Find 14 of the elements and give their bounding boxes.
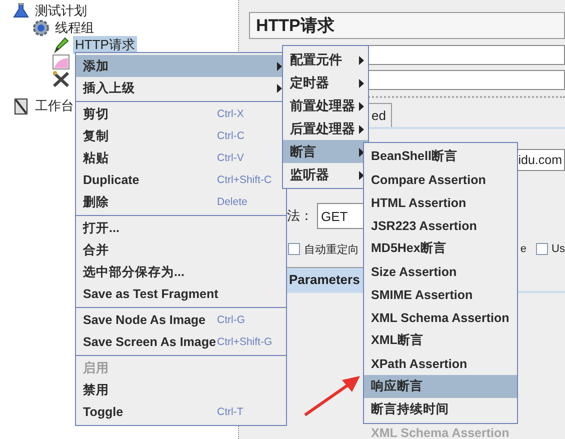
shortcut-text: Ctrl-G xyxy=(217,314,245,326)
shortcut-text: Ctrl-C xyxy=(217,130,244,142)
checkbox-label: e xyxy=(520,243,527,255)
shortcut-text: Ctrl-X xyxy=(217,108,244,120)
shortcut-text: Ctrl+Shift-G xyxy=(217,336,272,348)
menu-item-ghost: XML Schema Assertion xyxy=(371,426,510,439)
shortcut-text: Ctrl-V xyxy=(217,152,244,164)
checkbox-label: Us xyxy=(552,243,565,255)
shortcut-text: Delete xyxy=(217,196,248,208)
panel-title: HTTP请求 xyxy=(249,12,565,39)
field-label: 法： xyxy=(287,207,313,225)
shortcut-text: Ctrl+Shift-C xyxy=(217,174,272,186)
shortcut-text: Ctrl-T xyxy=(217,406,244,418)
checkbox-label: 自动重定向 xyxy=(304,242,359,256)
